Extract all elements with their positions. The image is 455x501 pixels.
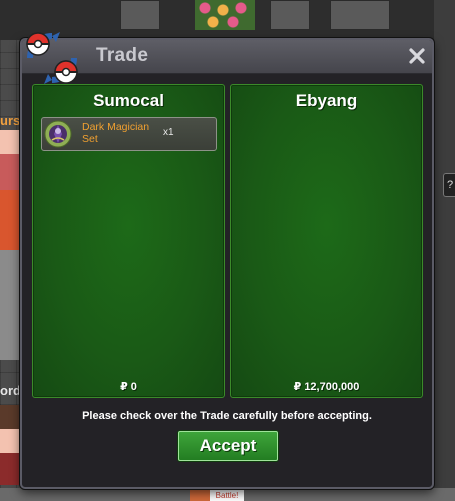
help-tab[interactable]: ? — [443, 173, 455, 197]
trade-item-slot[interactable]: Dark Magician Set x1 — [41, 117, 217, 151]
item-quantity: x1 — [163, 127, 174, 138]
trade-dialog: Trade Sumocal Dark Magician Set x1 ₽ 0 E… — [20, 32, 434, 489]
money-offer-right: ₽ 12,700,000 — [293, 381, 360, 393]
window-title: Trade — [96, 45, 149, 66]
background-battle-tag: Battle! — [210, 490, 244, 501]
background-player-name: urse — [0, 113, 22, 128]
background-tile — [330, 0, 390, 30]
trade-notice: Please check over the Trade carefully be… — [82, 410, 372, 422]
background-tile — [270, 0, 310, 30]
trade-panel-right: Ebyang ₽ 12,700,000 — [230, 84, 423, 398]
background-flowers — [195, 0, 255, 30]
background-npc-left-sprite-2 — [0, 405, 20, 485]
trader-name-right: Ebyang — [295, 91, 358, 110]
trade-panel-left: Sumocal Dark Magician Set x1 ₽ 0 — [32, 84, 225, 398]
background-pillar — [0, 250, 22, 360]
background-floor-right — [434, 0, 455, 501]
money-offer-left: ₽ 0 — [120, 381, 137, 393]
item-name: Dark Magician Set — [82, 121, 150, 145]
close-icon[interactable] — [406, 45, 428, 67]
background-npc-left-sprite — [0, 130, 20, 190]
background-player-name-2: ord — [0, 383, 21, 398]
trader-name-left: Sumocal — [93, 91, 164, 110]
accept-button[interactable]: Accept — [178, 431, 278, 461]
magician-set-icon — [44, 120, 72, 148]
background-tile — [120, 0, 160, 30]
